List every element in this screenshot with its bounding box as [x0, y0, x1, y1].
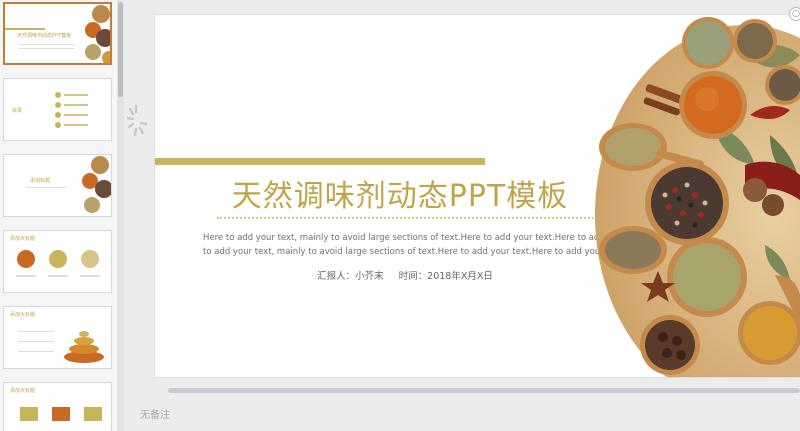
slide-thumbnail-panel: 天然调味剂动态PPT模板 目录 添加标题 添加大标题 添加大标题 添加大标题	[0, 0, 124, 431]
slide-thumbnail-1[interactable]: 天然调味剂动态PPT模板	[3, 2, 112, 65]
slide-thumbnail-6[interactable]: 添加大标题	[3, 382, 112, 431]
help-icon[interactable]: ○	[789, 7, 800, 21]
thumb-title: 目录	[12, 108, 23, 114]
thumb-title: 添加大标题	[10, 236, 36, 242]
thumb-text-line	[19, 44, 75, 45]
thumb-text-line	[18, 351, 54, 352]
thumb-title: 天然调味剂动态PPT模板	[17, 33, 72, 39]
slide-thumbnail-2[interactable]: 目录	[3, 78, 112, 141]
thumb-text-line	[18, 341, 54, 342]
body-text-line-2[interactable]: to add your text, mainly to avoid large …	[203, 247, 623, 257]
slide-thumbnail-3[interactable]: 添加标题	[3, 154, 112, 217]
thumb-accent-bar	[5, 28, 45, 30]
thumb-text-line	[19, 48, 75, 49]
slide-thumbnail-5[interactable]: 添加大标题	[3, 306, 112, 369]
presentation-editor: 天然调味剂动态PPT模板 目录 添加标题 添加大标题 添加大标题 添加大标题 天…	[0, 0, 800, 431]
loading-spinner-icon	[126, 104, 148, 137]
slide-title[interactable]: 天然调味剂动态PPT模板	[225, 171, 575, 215]
thumb-text-line	[26, 187, 66, 188]
thumb-spice-image	[85, 5, 110, 63]
thumb-agenda-list	[55, 92, 88, 128]
notes-placeholder[interactable]: 无备注	[140, 406, 170, 421]
horizontal-scrollbar[interactable]	[168, 388, 800, 393]
thumb-pyramid-chart	[64, 331, 104, 363]
slide-thumbnail-4[interactable]: 添加大标题	[3, 230, 112, 293]
thumbnail-scrollbar-thumb[interactable]	[118, 2, 123, 97]
title-accent-bar	[155, 158, 485, 165]
thumb-title: 添加标题	[30, 178, 51, 184]
reporter-name: 汇报人：小芥末	[317, 271, 384, 282]
body-text-line-1[interactable]: Here to add your text, mainly to avoid l…	[203, 233, 666, 243]
thumb-text-line	[18, 331, 54, 332]
thumb-circle-diagram	[16, 250, 100, 277]
thumb-title: 添加大标题	[10, 312, 36, 318]
report-time: 时间：2018年X月X日	[398, 271, 493, 282]
thumb-spice-image	[82, 156, 111, 213]
slide-canvas[interactable]: 天然调味剂动态PPT模板 Here to add your text, main…	[155, 15, 800, 377]
dotted-divider	[217, 217, 605, 219]
thumb-title: 添加大标题	[10, 388, 36, 394]
thumb-basket-chart	[20, 407, 102, 421]
spice-bowls-image	[595, 17, 800, 377]
reporter-info[interactable]: 汇报人：小芥末 时间：2018年X月X日	[215, 268, 595, 282]
